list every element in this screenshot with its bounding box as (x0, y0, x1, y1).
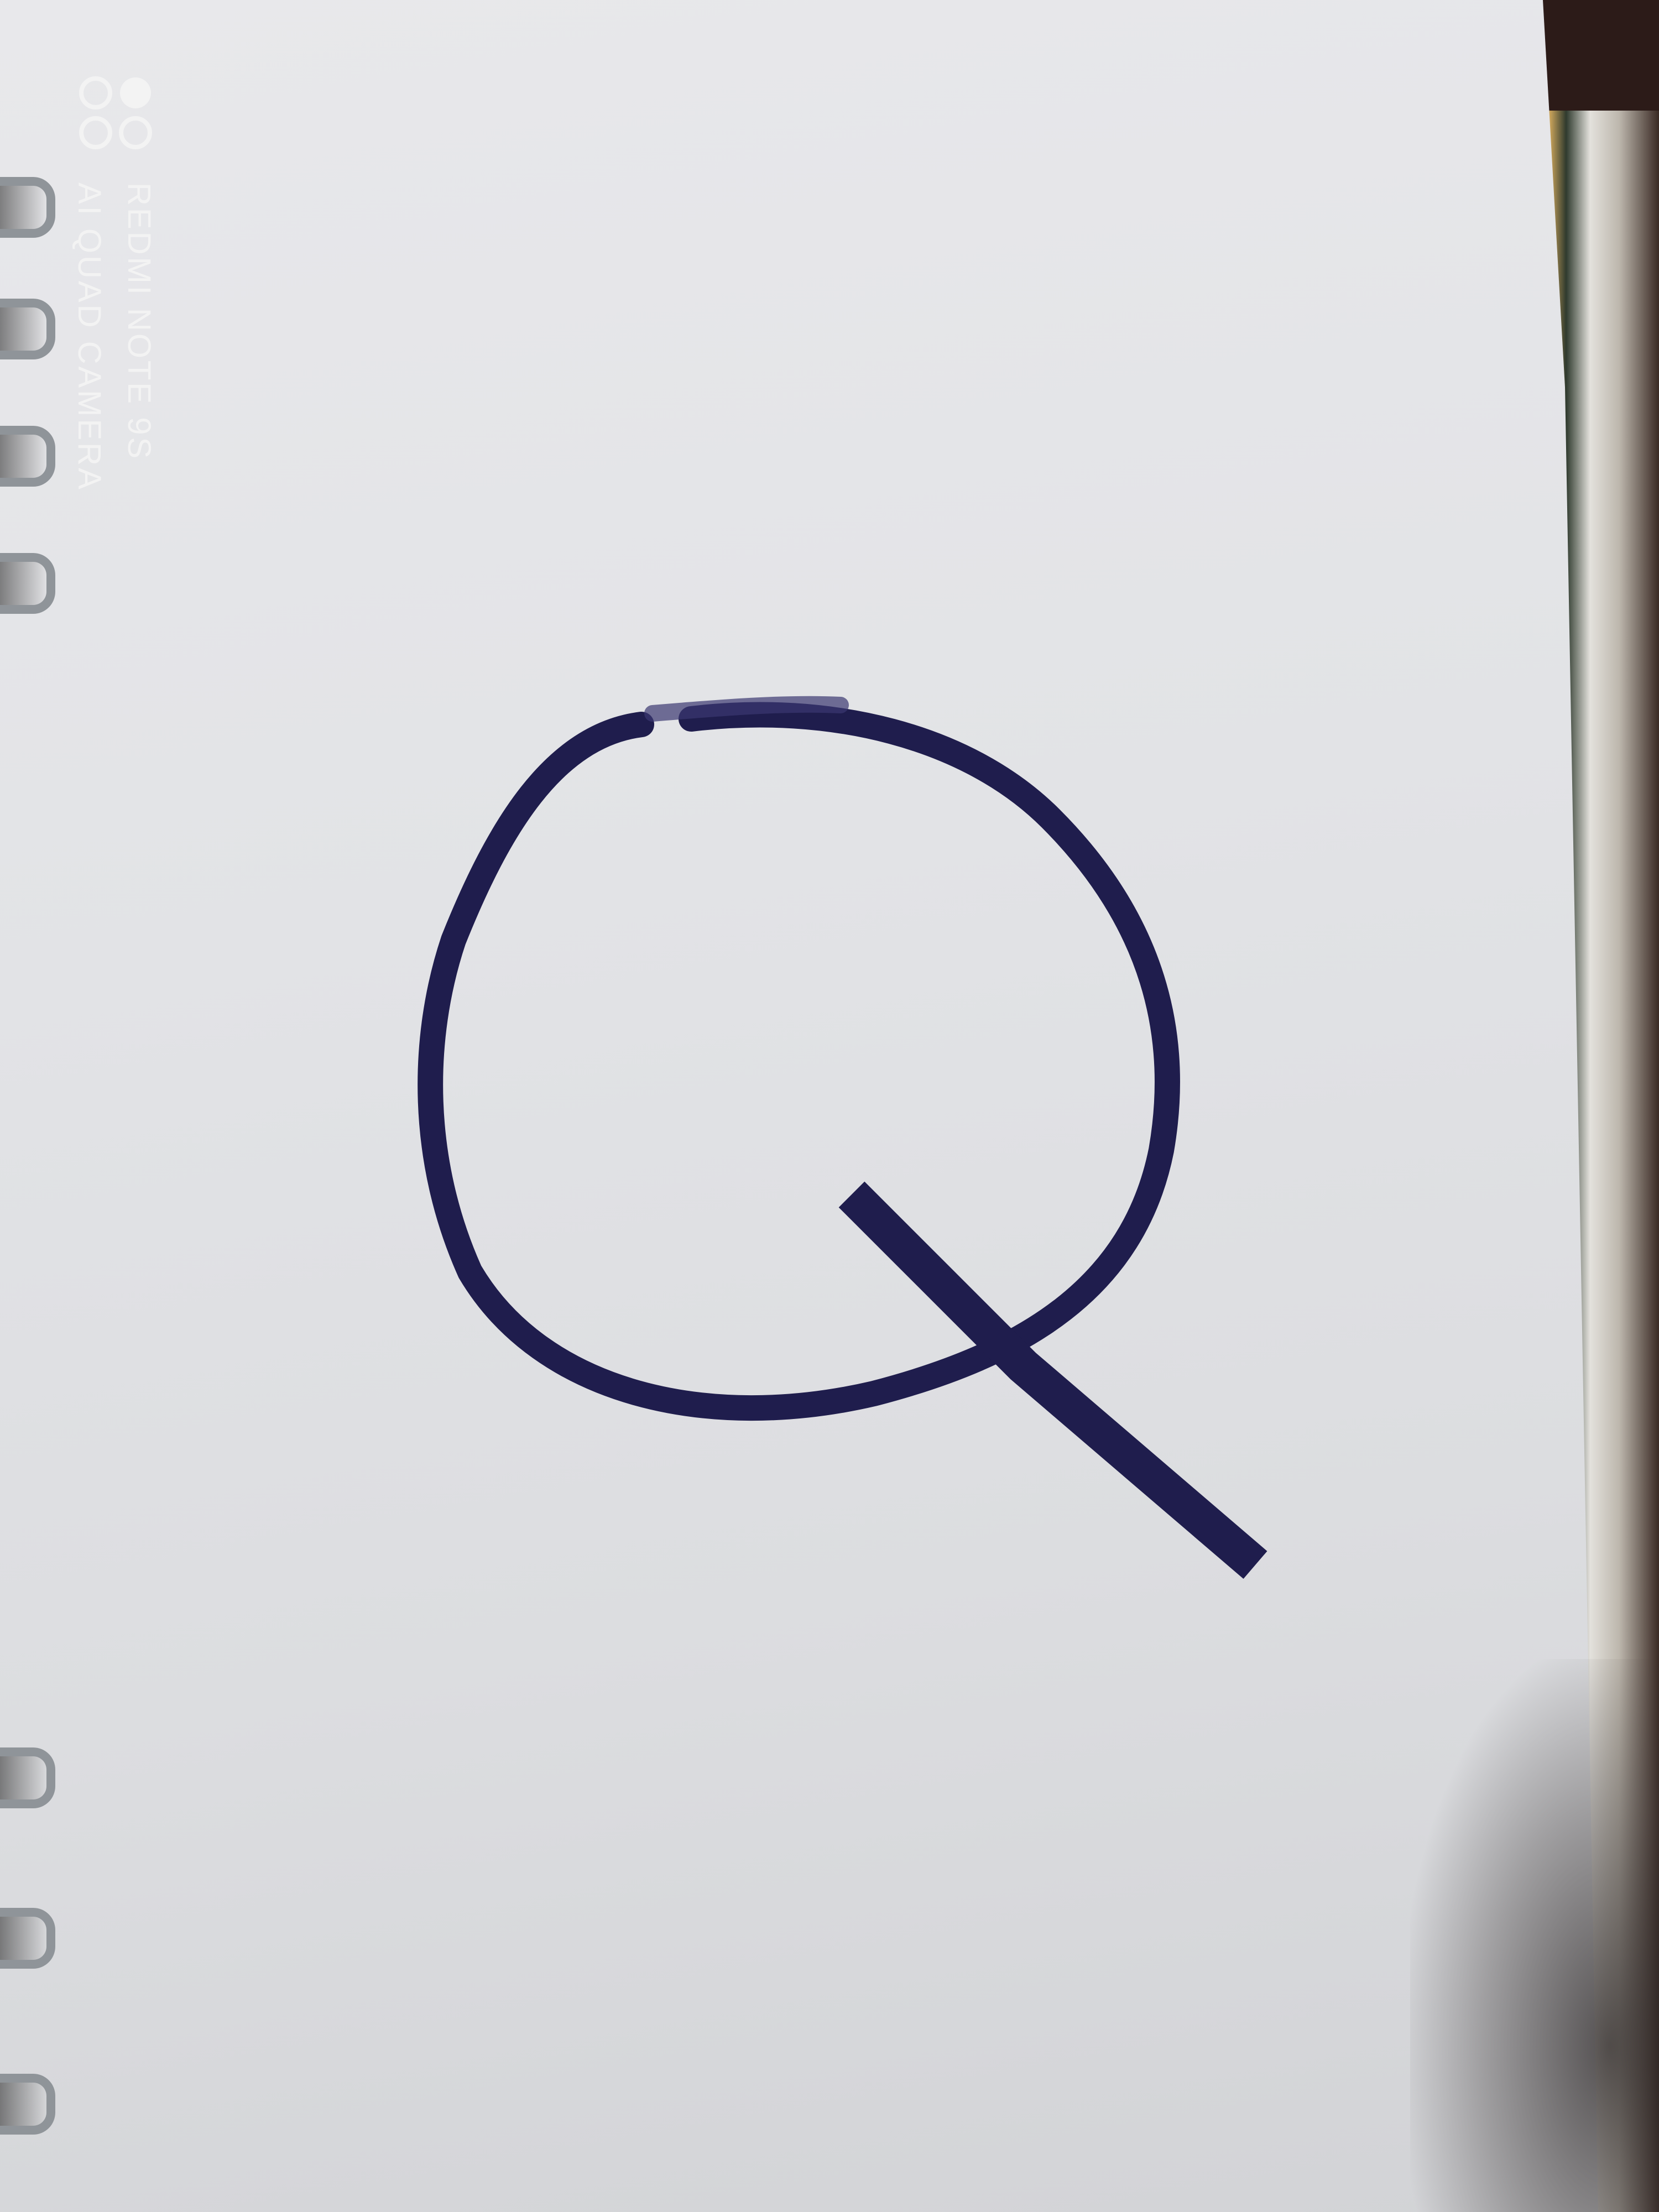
handwritten-letter-q (418, 696, 1267, 1579)
photo-scene: REDMI NOTE 9S AI QUAD CAMERA (0, 0, 1659, 2212)
